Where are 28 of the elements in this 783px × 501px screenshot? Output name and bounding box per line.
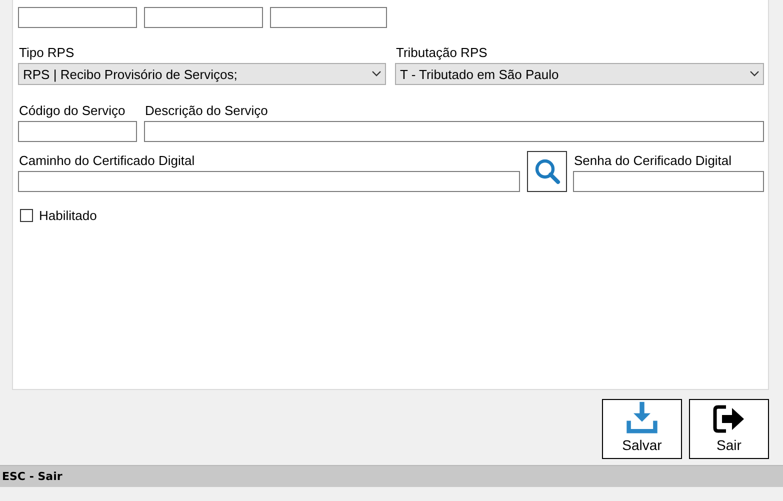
download-icon <box>625 400 659 434</box>
field-label: Código do Serviço <box>18 103 126 118</box>
dropdown[interactable]: T - Tributado em São Paulo <box>395 63 764 85</box>
checkbox-label: Habilitado <box>39 208 97 223</box>
field-label: Senha do Cerificado Digital <box>573 153 733 168</box>
field-label: Caminho do Certificado Digital <box>18 153 196 168</box>
field-label: Descrição do Serviço <box>144 103 269 118</box>
save-button[interactable]: Salvar <box>602 399 682 459</box>
search-icon <box>534 158 560 185</box>
input-field[interactable] <box>144 121 764 142</box>
checkbox[interactable] <box>20 209 33 222</box>
search-button[interactable] <box>527 151 567 192</box>
dropdown[interactable]: RPS | Recibo Provisório de Serviços; <box>18 63 386 85</box>
dropdown-value: RPS | Recibo Provisório de Serviços; <box>23 66 238 82</box>
input-field[interactable] <box>18 171 520 192</box>
chevron-icon <box>750 71 759 77</box>
input-field[interactable] <box>18 7 137 28</box>
field-label: Tipo RPS <box>18 45 76 60</box>
input-field[interactable] <box>144 7 263 28</box>
exit-button[interactable]: Sair <box>689 399 769 459</box>
exit-icon <box>712 404 746 434</box>
dropdown-value: T - Tributado em São Paulo <box>400 66 559 82</box>
input-field[interactable] <box>270 7 387 28</box>
status-text: ESC - Sair <box>2 470 62 483</box>
input-field[interactable] <box>573 171 764 192</box>
input-field[interactable] <box>18 121 137 142</box>
field-label: Tributação RPS <box>395 45 488 60</box>
chevron-icon <box>372 71 381 77</box>
